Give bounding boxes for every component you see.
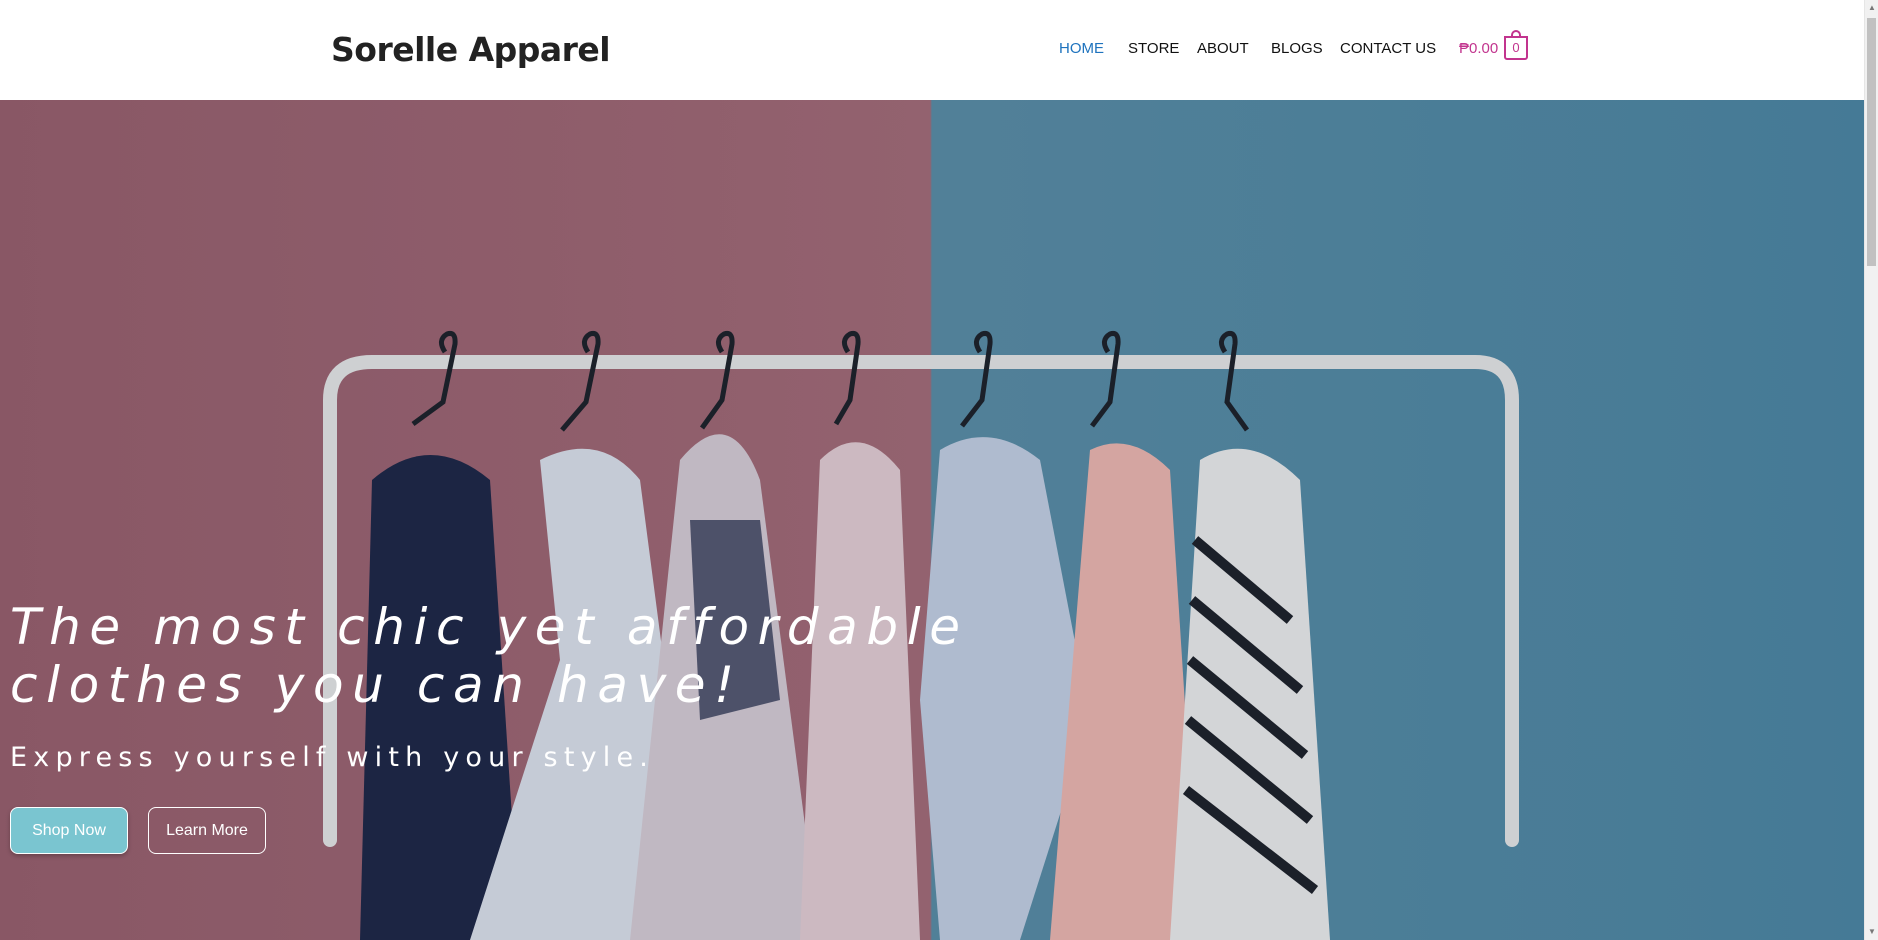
nav-contact-us[interactable]: CONTACT US	[1340, 40, 1436, 57]
learn-more-button[interactable]: Learn More	[148, 807, 266, 854]
cart-total[interactable]: ₱0.00	[1459, 40, 1498, 57]
scroll-up-arrow-icon[interactable]: ▲	[1865, 0, 1878, 16]
hero-subtitle: Express yourself with your style.	[10, 742, 655, 773]
hero-banner: The most chic yet affordable clothes you…	[0, 100, 1864, 940]
shopping-bag-icon[interactable]: 0	[1504, 30, 1528, 60]
scrollbar-thumb[interactable]	[1867, 18, 1876, 266]
hero-overlay	[0, 100, 1864, 940]
site-header: Sorelle Apparel HOME STORE ABOUT BLOGS C…	[0, 0, 1864, 100]
page-scrollbar[interactable]: ▲ ▼	[1864, 0, 1878, 940]
hero-title: The most chic yet affordable clothes you…	[10, 598, 969, 714]
nav-store[interactable]: STORE	[1128, 40, 1179, 57]
nav-home[interactable]: HOME	[1059, 40, 1104, 57]
scroll-down-arrow-icon[interactable]: ▼	[1865, 924, 1878, 940]
cart-count-badge: 0	[1512, 40, 1520, 55]
nav-blogs[interactable]: BLOGS	[1271, 40, 1323, 57]
nav-about[interactable]: ABOUT	[1197, 40, 1249, 57]
shop-now-button[interactable]: Shop Now	[10, 807, 128, 854]
site-logo-text[interactable]: Sorelle Apparel	[331, 30, 611, 69]
